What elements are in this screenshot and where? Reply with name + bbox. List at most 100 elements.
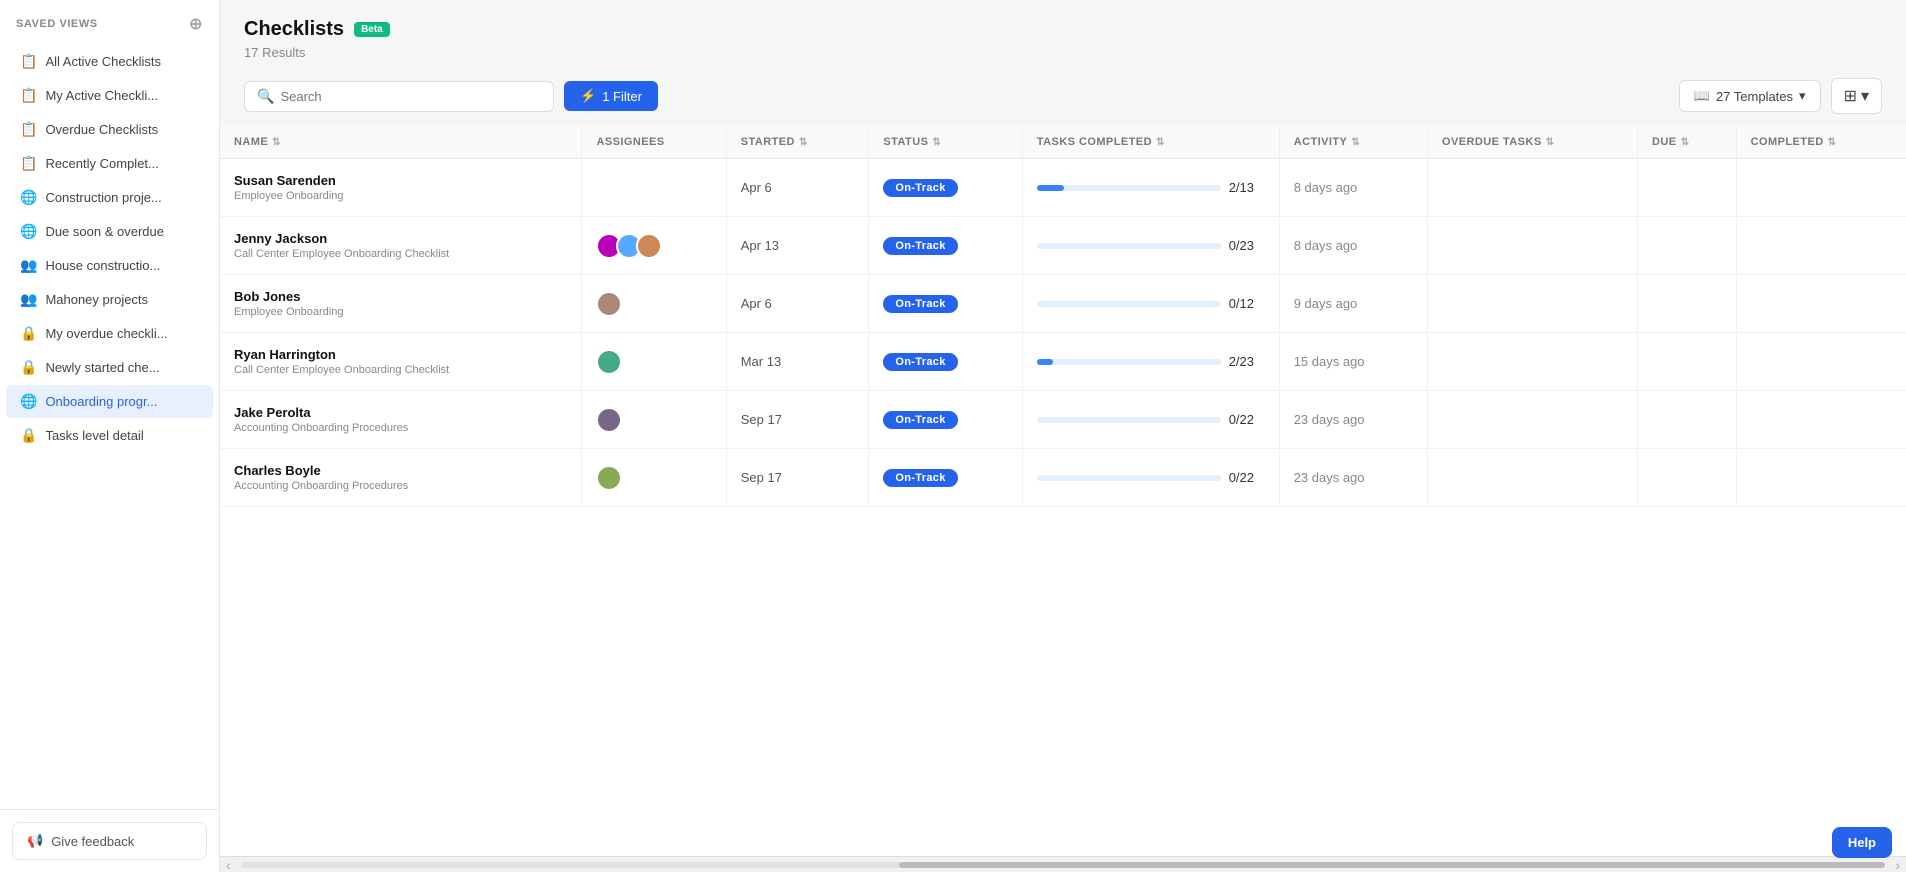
help-button[interactable]: Help — [1832, 827, 1892, 858]
checklist-sub-1: Employee Onboarding — [234, 190, 567, 202]
cell-started-6: Sep 17 — [726, 449, 869, 507]
col-header-completed[interactable]: COMPLETED ⇅ — [1736, 126, 1906, 159]
templates-book-icon: 📖 — [1694, 88, 1710, 104]
progress-bg-5 — [1037, 417, 1221, 423]
col-header-due[interactable]: DUE ⇅ — [1638, 126, 1737, 159]
table-row[interactable]: Bob JonesEmployee OnboardingApr 6On-Trac… — [220, 275, 1906, 333]
sort-completed[interactable]: COMPLETED ⇅ — [1751, 136, 1837, 148]
scroll-thumb[interactable] — [899, 862, 1886, 868]
col-header-tasks_completed[interactable]: TASKS COMPLETED ⇅ — [1022, 126, 1279, 159]
cell-completed-3 — [1736, 275, 1906, 333]
sort-started[interactable]: STARTED ⇅ — [741, 136, 808, 148]
table-row[interactable]: Charles BoyleAccounting Onboarding Proce… — [220, 449, 1906, 507]
tasks-count-1: 2/13 — [1229, 180, 1265, 195]
add-view-button[interactable]: ⊕ — [189, 14, 203, 34]
checklist-sub-2: Call Center Employee Onboarding Checklis… — [234, 248, 567, 260]
sidebar-item-construction[interactable]: 🌐 Construction proje... — [6, 181, 213, 214]
checklist-sub-6: Accounting Onboarding Procedures — [234, 480, 567, 492]
horizontal-scrollbar[interactable]: ‹ › — [220, 856, 1906, 872]
status-badge-5: On-Track — [883, 411, 957, 429]
cell-status-2: On-Track — [869, 217, 1022, 275]
scroll-track[interactable] — [241, 862, 1886, 868]
sidebar-item-due-soon[interactable]: 🌐 Due soon & overdue — [6, 215, 213, 248]
sidebar-item-my-active[interactable]: 📋 My Active Checkli... — [6, 79, 213, 112]
cell-overdue-3 — [1427, 275, 1637, 333]
sort-tasks_completed[interactable]: TASKS COMPLETED ⇅ — [1037, 136, 1165, 148]
cell-assignees-2 — [582, 217, 726, 275]
cell-assignees-4 — [582, 333, 726, 391]
sidebar-item-mahoney[interactable]: 👥 Mahoney projects — [6, 283, 213, 316]
cell-tasks-3: 0/12 — [1022, 275, 1279, 333]
sort-activity[interactable]: ACTIVITY ⇅ — [1294, 136, 1360, 148]
sidebar-item-all-active[interactable]: 📋 All Active Checklists — [6, 45, 213, 78]
sidebar-item-recently[interactable]: 📋 Recently Complet... — [6, 147, 213, 180]
cell-name-1: Susan Sarenden Employee Onboarding — [220, 159, 582, 217]
progress-wrap-1: 2/13 — [1037, 180, 1265, 195]
templates-button[interactable]: 📖 27 Templates ▾ — [1679, 80, 1821, 112]
checklist-name-1: Susan Sarenden — [234, 173, 567, 188]
cell-assignees-5 — [582, 391, 726, 449]
cell-status-5: On-Track — [869, 391, 1022, 449]
col-header-status[interactable]: STATUS ⇅ — [869, 126, 1022, 159]
sidebar-label-mahoney: Mahoney projects — [45, 292, 148, 307]
grid-icon: ⊞ — [1844, 86, 1857, 106]
checklist-sub-5: Accounting Onboarding Procedures — [234, 422, 567, 434]
cell-started-3: Apr 6 — [726, 275, 869, 333]
sidebar-label-house: House constructio... — [45, 258, 160, 273]
sidebar-label-construction: Construction proje... — [45, 190, 161, 205]
activity-text-2: 8 days ago — [1294, 238, 1358, 253]
sort-icon-status: ⇅ — [932, 137, 941, 148]
sort-due[interactable]: DUE ⇅ — [1652, 136, 1689, 148]
scroll-right-arrow[interactable]: › — [1889, 857, 1906, 872]
col-label-assignees: ASSIGNEES — [596, 136, 664, 148]
scroll-left-arrow[interactable]: ‹ — [220, 857, 237, 872]
cell-status-6: On-Track — [869, 449, 1022, 507]
cell-assignees-6 — [582, 449, 726, 507]
checklist-name-2: Jenny Jackson — [234, 231, 567, 246]
col-header-name[interactable]: NAME ⇅ — [220, 126, 582, 159]
cell-completed-6 — [1736, 449, 1906, 507]
checklist-name-5: Jake Perolta — [234, 405, 567, 420]
filter-button[interactable]: ⚡ 1 Filter — [564, 81, 658, 111]
feedback-button[interactable]: 📢 Give feedback — [12, 822, 207, 860]
sidebar-item-overdue[interactable]: 📋 Overdue Checklists — [6, 113, 213, 146]
assignees-group-5 — [596, 407, 711, 433]
col-header-activity[interactable]: ACTIVITY ⇅ — [1279, 126, 1427, 159]
search-input[interactable] — [280, 89, 541, 104]
table-row[interactable]: Jake Perolta Accounting Onboarding Proced… — [220, 391, 1906, 449]
table-row[interactable]: Susan SarendenEmployee OnboardingApr 6On… — [220, 159, 1906, 217]
table-row[interactable]: Jenny Jackson Call Center Employee Onboar… — [220, 217, 1906, 275]
sort-overdue_tasks[interactable]: OVERDUE TASKS ⇅ — [1442, 136, 1554, 148]
sort-name[interactable]: NAME ⇅ — [234, 136, 281, 148]
sort-status[interactable]: STATUS ⇅ — [883, 136, 941, 148]
sidebar-nav: 📋 All Active Checklists 📋 My Active Chec… — [0, 44, 219, 453]
toggle-chevron-icon: ▾ — [1861, 86, 1869, 106]
main-content: Checklists Beta 17 Results 🔍 ⚡ 1 Filter … — [220, 0, 1906, 872]
assignees-group-6 — [596, 465, 711, 491]
sidebar-label-tasks-level: Tasks level detail — [45, 428, 143, 443]
sidebar-item-tasks-level[interactable]: 🔒 Tasks level detail — [6, 419, 213, 452]
table-row[interactable]: Ryan HarringtonCall Center Employee Onbo… — [220, 333, 1906, 391]
assignees-group-4 — [596, 349, 711, 375]
avatar — [636, 233, 662, 259]
col-header-overdue_tasks[interactable]: OVERDUE TASKS ⇅ — [1427, 126, 1637, 159]
tasks-count-3: 0/12 — [1229, 296, 1265, 311]
cell-name-3: Bob JonesEmployee Onboarding — [220, 275, 582, 333]
cell-completed-1 — [1736, 159, 1906, 217]
cell-assignees-3 — [582, 275, 726, 333]
view-toggle-button[interactable]: ⊞ ▾ — [1831, 78, 1882, 114]
cell-due-4 — [1638, 333, 1737, 391]
cell-completed-4 — [1736, 333, 1906, 391]
sidebar-item-house[interactable]: 👥 House constructio... — [6, 249, 213, 282]
cell-due-5 — [1638, 391, 1737, 449]
sidebar-item-onboarding[interactable]: 🌐 Onboarding progr... — [6, 385, 213, 418]
cell-overdue-5 — [1427, 391, 1637, 449]
sidebar-icon-my-overdue: 🔒 — [20, 325, 37, 342]
sidebar-item-newly-started[interactable]: 🔒 Newly started che... — [6, 351, 213, 384]
cell-started-2: Apr 13 — [726, 217, 869, 275]
progress-wrap-4: 2/23 — [1037, 354, 1265, 369]
checklist-name-3: Bob Jones — [234, 289, 567, 304]
col-header-started[interactable]: STARTED ⇅ — [726, 126, 869, 159]
sidebar-icon-newly-started: 🔒 — [20, 359, 37, 376]
sidebar-item-my-overdue[interactable]: 🔒 My overdue checkli... — [6, 317, 213, 350]
